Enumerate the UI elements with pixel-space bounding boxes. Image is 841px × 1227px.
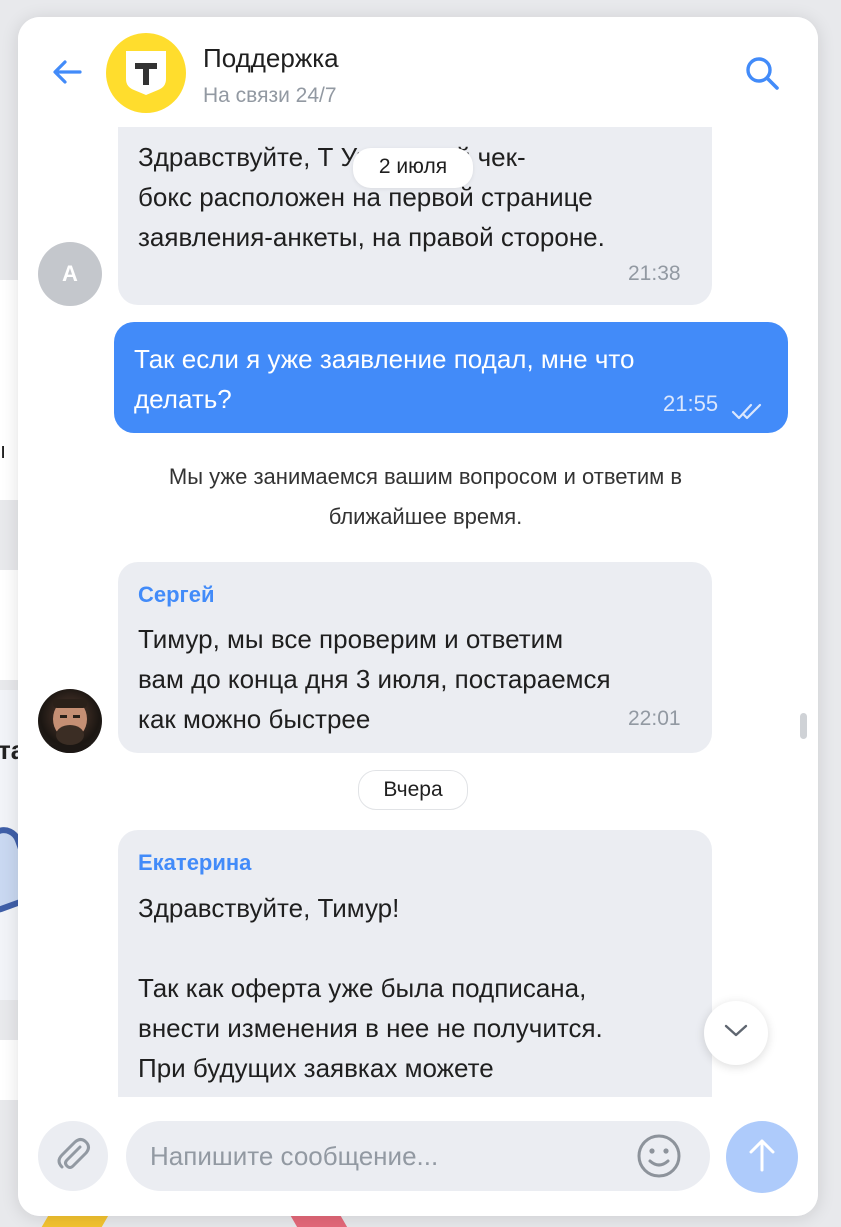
message-input-container xyxy=(126,1121,710,1191)
message-time: 21:55 xyxy=(663,391,719,416)
message-feed[interactable]: Здравствуйте, Т Указанный чек- бокс расп… xyxy=(18,17,818,1216)
back-button[interactable] xyxy=(48,55,86,93)
date-separator: 2 июля xyxy=(353,148,473,188)
scrollbar-thumb[interactable] xyxy=(800,713,807,739)
chat-status: На связи 24/7 xyxy=(203,84,337,107)
message-text: Здравствуйте, Тимур! Так как оферта уже … xyxy=(138,893,603,1083)
double-check-icon xyxy=(731,392,763,432)
chat-header: Поддержка На связи 24/7 xyxy=(18,17,818,127)
arrow-left-icon xyxy=(52,59,82,90)
smiley-icon[interactable] xyxy=(636,1133,682,1179)
chat-title: Поддержка xyxy=(203,43,339,73)
arrow-up-icon xyxy=(747,1137,777,1178)
avatar: A xyxy=(38,242,102,306)
message-time: 22:01 xyxy=(628,707,681,730)
send-button[interactable] xyxy=(726,1121,798,1193)
sender-name: Сергей xyxy=(138,582,215,607)
chevron-down-icon xyxy=(723,1023,749,1044)
message-time: 21:38 xyxy=(628,262,681,285)
paperclip-icon xyxy=(53,1134,93,1179)
date-separator: Вчера xyxy=(358,770,468,810)
avatar xyxy=(38,689,102,753)
incoming-message: Сергей Тимур, мы все проверим и ответим … xyxy=(118,562,712,753)
scroll-to-bottom-button[interactable] xyxy=(704,1001,768,1065)
search-icon xyxy=(744,55,780,96)
attach-button[interactable] xyxy=(38,1121,108,1191)
message-text: Тимур, мы все проверим и ответим вам до … xyxy=(138,624,611,734)
incoming-message: Екатерина Здравствуйте, Тимур! Так как о… xyxy=(118,830,712,1110)
search-button[interactable] xyxy=(740,53,784,97)
background-text: ı xyxy=(0,438,7,463)
sender-name: Екатерина xyxy=(138,850,252,875)
message-composer xyxy=(18,1097,818,1216)
message-input[interactable] xyxy=(150,1121,620,1191)
system-notice: Мы уже занимаемся вашим вопросом и ответ… xyxy=(168,464,683,529)
message-text: Так если я уже заявление подал, мне что … xyxy=(134,344,635,414)
support-chat-widget: Здравствуйте, Т Указанный чек- бокс расп… xyxy=(18,17,818,1216)
bank-logo xyxy=(106,33,186,113)
outgoing-message: Так если я уже заявление подал, мне что … xyxy=(114,322,788,433)
